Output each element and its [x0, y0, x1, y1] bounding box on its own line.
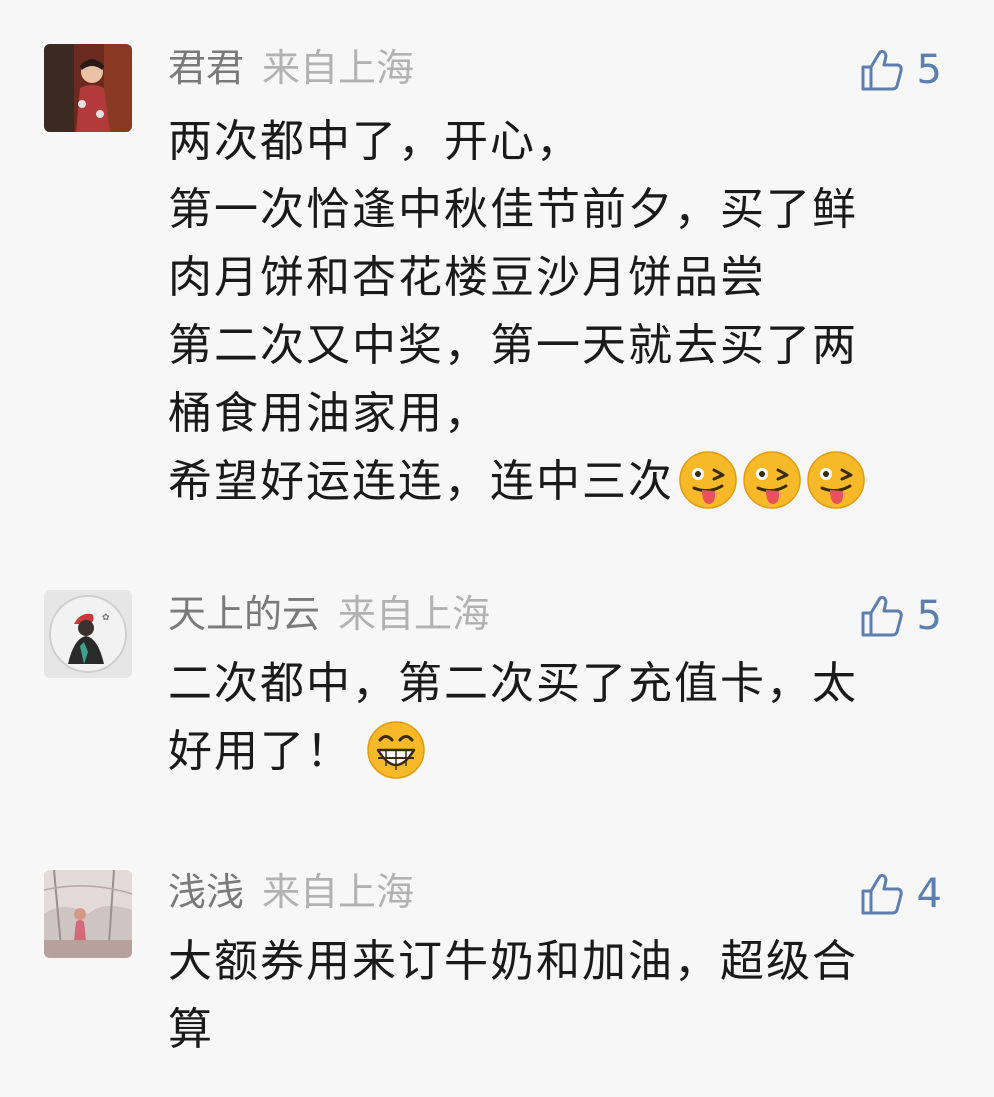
comment-text: 大额券用来订牛奶和加油，超级合 算	[168, 928, 938, 1064]
comment-line: 算	[168, 1004, 214, 1055]
location-tag: 来自上海	[262, 46, 415, 90]
wink-tongue-emoji	[679, 451, 737, 509]
username[interactable]: 君君	[168, 46, 244, 90]
like-count: 5	[916, 593, 942, 639]
avatar[interactable]: ✿	[44, 590, 132, 678]
comment-line: 二次都中，第二次买了充值卡，太	[168, 658, 858, 709]
comment-line: 桶食用油家用，	[168, 388, 490, 439]
thumbs-up-icon	[861, 596, 903, 637]
comment-meta: 天上的云 来自上海	[168, 590, 490, 638]
comment-line: 大额券用来订牛奶和加油，超级合	[168, 936, 858, 987]
wink-tongue-emoji	[743, 451, 801, 509]
comment-line: 两次都中了，开心，	[168, 116, 582, 167]
comment-line: 第二次又中奖，第一天就去买了两	[168, 320, 858, 371]
like-count: 5	[916, 47, 942, 93]
wink-tongue-emoji	[807, 451, 865, 509]
like-button[interactable]: 4	[859, 868, 942, 920]
like-button[interactable]: 5	[859, 44, 942, 96]
avatar[interactable]	[44, 44, 132, 132]
comment-meta: 君君 来自上海	[168, 44, 414, 92]
username[interactable]: 浅浅	[168, 870, 244, 914]
comment-text: 二次都中，第二次买了充值卡，太 好用了！	[168, 650, 938, 786]
username[interactable]: 天上的云	[168, 592, 320, 636]
comment-line: 第一次恰逢中秋佳节前夕，买了鲜	[168, 184, 858, 235]
comment-line-last: 好用了！	[168, 718, 938, 786]
like-button[interactable]: 5	[859, 590, 942, 642]
thumbs-up-icon	[861, 50, 903, 91]
grin-emoji	[367, 721, 425, 779]
comment-line-last: 希望好运连连，连中三次	[168, 448, 938, 516]
comment-line: 肉月饼和杏花楼豆沙月饼品尝	[168, 252, 766, 303]
comment-line: 希望好运连连，连中三次	[168, 456, 674, 507]
svg-text:✿: ✿	[102, 613, 110, 623]
comment-line: 好用了！	[168, 726, 352, 777]
thumbs-up-icon	[861, 874, 903, 915]
location-tag: 来自上海	[338, 592, 491, 636]
location-tag: 来自上海	[262, 870, 415, 914]
avatar[interactable]	[44, 870, 132, 958]
comment-text: 两次都中了，开心， 第一次恰逢中秋佳节前夕，买了鲜 肉月饼和杏花楼豆沙月饼品尝 …	[168, 108, 938, 516]
like-count: 4	[916, 871, 942, 917]
comment-meta: 浅浅 来自上海	[168, 868, 414, 916]
